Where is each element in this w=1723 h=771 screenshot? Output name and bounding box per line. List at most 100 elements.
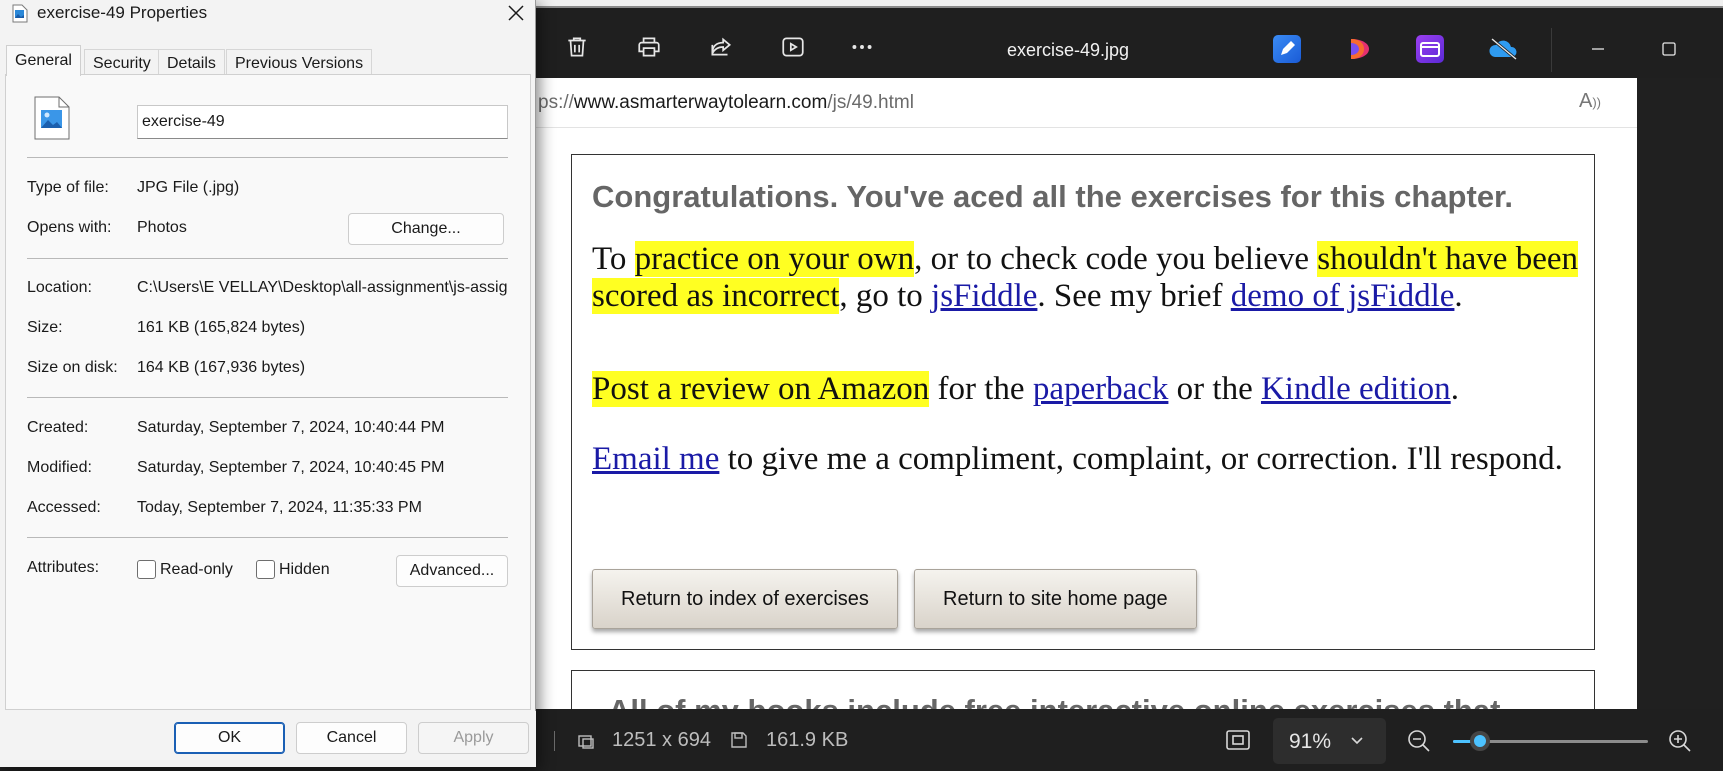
accessed-label: Accessed: — [27, 499, 101, 516]
created-value: Saturday, September 7, 2024, 10:40:44 PM — [137, 419, 445, 436]
accessed-value: Today, September 7, 2024, 11:35:33 PM — [137, 499, 422, 516]
image-link-email: Email me — [592, 441, 720, 477]
highlight: practice on your own — [634, 241, 915, 277]
read-only-label: Read-only — [160, 560, 233, 578]
image-file-icon — [34, 96, 70, 140]
image-link-jsfiddle: jsFiddle — [931, 278, 1038, 314]
trash-icon — [568, 37, 586, 57]
tab-previous-versions[interactable]: Previous Versions — [226, 49, 373, 75]
apply-button[interactable]: Apply — [418, 722, 529, 754]
pencil-icon — [1281, 41, 1295, 55]
properties-dialog: exercise-49 Properties General Security … — [0, 0, 536, 767]
dialog-titlebar: exercise-49 Properties — [0, 0, 536, 28]
more-icon — [852, 45, 872, 49]
checkbox-box[interactable] — [137, 560, 156, 579]
ok-button[interactable]: OK — [174, 722, 285, 754]
divider — [554, 731, 555, 751]
divider — [27, 258, 508, 259]
printer-icon — [638, 37, 660, 57]
image-button-index: Return to index of exercises — [592, 569, 898, 629]
zoom-slider-thumb[interactable] — [1470, 731, 1491, 751]
play-icon — [782, 37, 804, 57]
dimensions-icon — [578, 735, 594, 749]
photos-editor-icon[interactable] — [1273, 35, 1301, 63]
minimize-button[interactable] — [1580, 34, 1616, 64]
read-aloud-icon: A)) — [1578, 90, 1601, 112]
image-content-box: Congratulations. You've aced all the exe… — [571, 154, 1595, 650]
image-books-text: All of my books include free interactive… — [608, 693, 1500, 709]
location-value: C:\Users\E VELLAY\Desktop\all-assignment… — [137, 279, 508, 296]
type-value: JPG File (.jpg) — [137, 179, 240, 196]
file-size: 161.9 KB — [766, 729, 849, 751]
image-paragraph-review: Post a review on Amazon for the paperbac… — [592, 371, 1582, 408]
text: , go to — [839, 278, 932, 314]
fit-to-window-icon[interactable] — [1225, 728, 1251, 752]
designer-logo-icon — [1351, 39, 1369, 59]
modified-label: Modified: — [27, 459, 92, 476]
maximize-icon — [1662, 42, 1676, 56]
change-button[interactable]: Change... — [348, 213, 504, 245]
print-button[interactable] — [632, 30, 666, 64]
checkbox-box[interactable] — [256, 560, 275, 579]
zoom-slider[interactable] — [1453, 731, 1648, 751]
cancel-button[interactable]: Cancel — [296, 722, 407, 754]
text: . See my brief — [1037, 278, 1231, 314]
read-only-checkbox[interactable]: Read-only — [137, 560, 233, 579]
file-name-input[interactable] — [137, 105, 508, 139]
tab-details[interactable]: Details — [158, 49, 225, 75]
image-dimensions: 1251 x 694 — [612, 729, 711, 751]
divider — [27, 537, 508, 538]
share-button[interactable] — [704, 30, 738, 64]
clipchamp-icon[interactable] — [1416, 35, 1444, 63]
image-canvas[interactable]: ps://www.asmarterwaytolearn.com/js/49.ht… — [530, 78, 1637, 709]
cloud-off-icon — [1489, 37, 1517, 61]
opens-with-label: Opens with: — [27, 219, 112, 236]
divider — [27, 157, 508, 158]
close-button[interactable] — [496, 0, 536, 27]
url-prefix: ps:// — [538, 92, 574, 113]
divider — [27, 397, 508, 398]
zoom-out-icon[interactable] — [1406, 728, 1432, 754]
separator — [1551, 28, 1552, 72]
save-disk-icon — [731, 732, 747, 748]
type-label: Type of file: — [27, 179, 109, 196]
slideshow-button[interactable] — [776, 30, 810, 64]
image-link-paperback: paperback — [1032, 371, 1169, 407]
chevron-down-icon — [1351, 737, 1363, 745]
size-on-disk-label: Size on disk: — [27, 359, 118, 376]
hidden-label: Hidden — [279, 560, 330, 578]
size-value: 161 KB (165,824 bytes) — [137, 319, 306, 336]
text: . — [1450, 371, 1459, 407]
more-button[interactable] — [845, 30, 879, 64]
hidden-checkbox[interactable]: Hidden — [256, 560, 330, 579]
maximize-button[interactable] — [1651, 34, 1687, 64]
delete-button[interactable] — [560, 30, 594, 64]
text: to give me a compliment, complaint, or c… — [719, 441, 1563, 477]
created-label: Created: — [27, 419, 89, 436]
location-label: Location: — [27, 279, 92, 296]
film-icon — [1420, 42, 1440, 57]
attributes-label: Attributes: — [27, 559, 100, 576]
zoom-in-icon[interactable] — [1667, 728, 1693, 754]
share-icon — [711, 37, 732, 56]
url-domain: www.asmarterwaytolearn.com — [573, 92, 828, 113]
dialog-footer: OK Cancel Apply — [0, 711, 536, 767]
dialog-title: exercise-49 Properties — [37, 3, 208, 22]
modified-value: Saturday, September 7, 2024, 10:40:45 PM — [137, 459, 445, 476]
image-paragraph-email: Email me to give me a compliment, compla… — [592, 441, 1582, 478]
tab-general[interactable]: General — [6, 45, 81, 76]
tab-security[interactable]: Security — [84, 49, 160, 75]
general-panel: Type of file: JPG File (.jpg) Opens with… — [5, 74, 531, 710]
text: or the — [1168, 371, 1261, 407]
image-paragraph-practice: To practice on your own, or to check cod… — [592, 241, 1582, 315]
text: for the — [929, 371, 1033, 407]
image-address-bar: ps://www.asmarterwaytolearn.com/js/49.ht… — [530, 78, 1637, 128]
viewer-right-margin — [1637, 78, 1723, 709]
text: . — [1454, 278, 1463, 314]
viewer-title: exercise-49.jpg — [1006, 40, 1130, 60]
advanced-button[interactable]: Advanced... — [396, 555, 508, 587]
designer-icon[interactable] — [1346, 35, 1374, 63]
onedrive-icon[interactable] — [1488, 35, 1517, 63]
zoom-dropdown[interactable]: 91% — [1273, 718, 1386, 764]
text: To — [592, 241, 635, 277]
